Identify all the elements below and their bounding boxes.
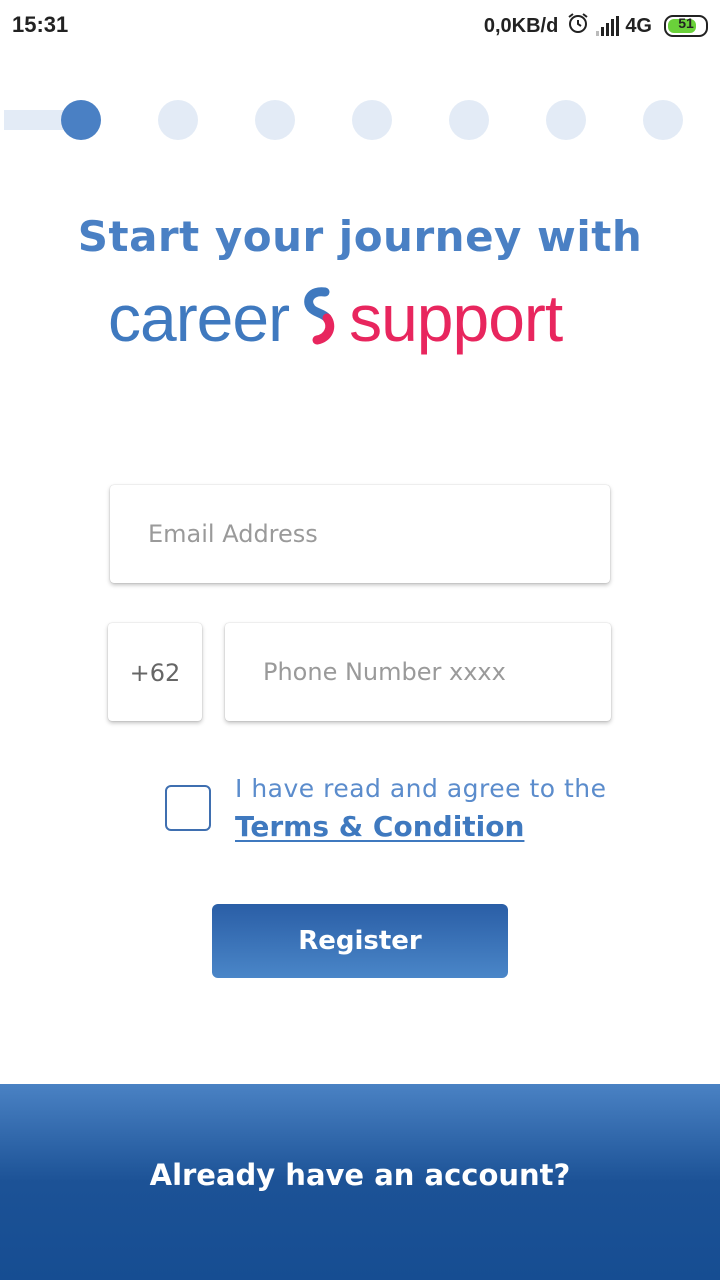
step-dot-3 [255, 100, 295, 140]
email-input[interactable] [110, 485, 610, 583]
terms-checkbox[interactable] [165, 785, 211, 831]
status-time: 15:31 [12, 12, 69, 37]
step-dot-4 [352, 100, 392, 140]
login-prompt-link[interactable]: Already have an account? [0, 1158, 720, 1192]
phone-field-container [225, 623, 611, 721]
alarm-icon [566, 11, 590, 41]
brand-logo: career support [108, 278, 618, 358]
step-dot-5 [449, 100, 489, 140]
network-speed: 0,0KB/d [483, 14, 559, 37]
signal-icon [596, 16, 620, 36]
agree-label: I have read and agree to the [235, 774, 607, 803]
step-dot-2 [158, 100, 198, 140]
stepper-track [4, 110, 64, 130]
step-dot-1 [61, 100, 101, 140]
status-bar: 15:31 0,0KB/d 4G 51 [0, 0, 720, 52]
login-footer[interactable]: Already have an account? [0, 1084, 720, 1280]
register-button[interactable]: Register [212, 904, 508, 978]
phone-input[interactable] [225, 623, 611, 721]
network-type: 4G [625, 14, 652, 37]
brand-s-icon [301, 286, 335, 350]
step-dot-7 [643, 100, 683, 140]
battery-level: 51 [678, 15, 694, 31]
email-field-container [110, 485, 610, 583]
status-icons: 0,0KB/d 4G 51 [484, 12, 708, 40]
terms-link[interactable]: Terms & Condition [235, 810, 524, 843]
country-code-selector[interactable]: +62 [108, 623, 202, 721]
battery-icon: 51 [664, 15, 708, 37]
country-code-value: +62 [129, 659, 181, 687]
step-dot-6 [546, 100, 586, 140]
brand-support-text: support [349, 281, 563, 355]
brand-career-text: career [108, 281, 290, 355]
page-title: Start your journey with [77, 212, 643, 261]
